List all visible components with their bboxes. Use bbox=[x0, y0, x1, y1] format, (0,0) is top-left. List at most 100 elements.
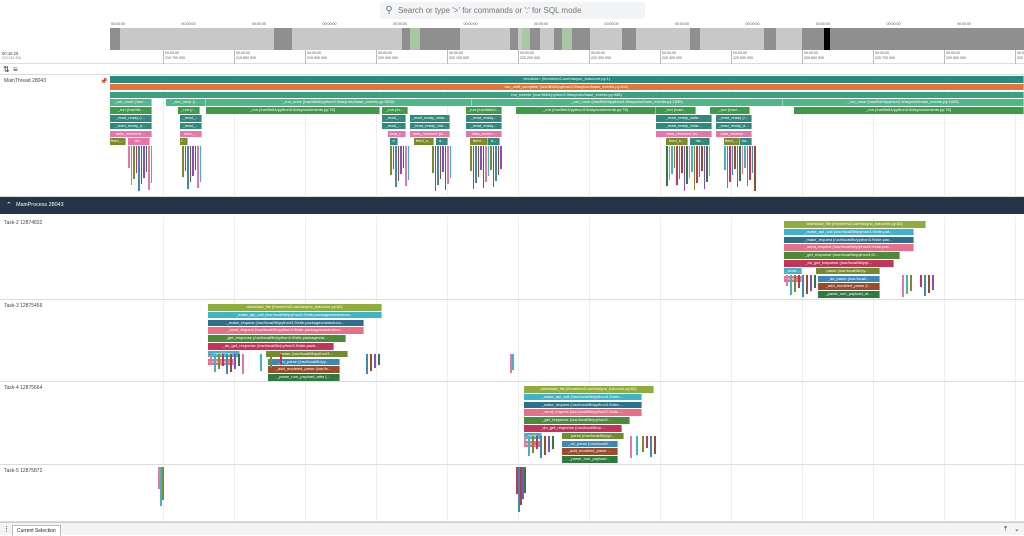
slice[interactable]: d bbox=[390, 138, 398, 145]
slice[interactable]: data_... bbox=[180, 130, 202, 138]
slice[interactable]: _read_ready_d... bbox=[716, 122, 752, 130]
slice[interactable]: _read_ready... bbox=[466, 122, 502, 130]
slice[interactable]: _send_request (/usr/local/lib/python3.9/… bbox=[524, 409, 642, 416]
slice[interactable]: data_receive... bbox=[716, 130, 752, 138]
slice[interactable]: download_file (/home/ec2-user/async_boto… bbox=[524, 386, 654, 393]
slice[interactable]: d... bbox=[488, 138, 500, 145]
track-main-thread[interactable]: MainThread 28043 📌 <module> (/home/ec2-u… bbox=[0, 75, 1024, 197]
slice[interactable]: _make_api_call (/usr/local/lib/python3.9… bbox=[208, 311, 382, 319]
track-lane[interactable]: <module> (/home/ec2-user/async_botocore.… bbox=[110, 75, 1024, 196]
track-task-2[interactable]: Task-2 12874832 download_file (/home/ec2… bbox=[0, 217, 1024, 300]
slice[interactable]: _parse_non_payload_attrs (... bbox=[268, 374, 340, 381]
slice[interactable]: data_r... bbox=[388, 130, 406, 138]
slice[interactable]: _get_response (/usr/local/lib/python3.9/… bbox=[208, 335, 346, 342]
slice[interactable]: feed_... bbox=[724, 138, 740, 145]
drag-handle-icon[interactable]: ⋮ bbox=[3, 523, 10, 536]
slice[interactable]: data_receiv... bbox=[466, 130, 502, 138]
slice[interactable]: _run (/usr/lib64/python3.9/asyncio/event… bbox=[794, 107, 1024, 114]
slice[interactable]: run_forever (/usr/lib64/python3.9/asynci… bbox=[110, 91, 1024, 99]
track-lane[interactable]: download_file (/home/ec2-user/async_boto… bbox=[110, 217, 1024, 299]
slice[interactable]: _run (/usr/lib64/... bbox=[466, 107, 502, 114]
search-input[interactable] bbox=[398, 6, 638, 15]
slice[interactable]: _read_ready... bbox=[466, 115, 502, 122]
slice[interactable]: _do_parse (/usr/local/l... bbox=[562, 440, 618, 448]
track-task-5[interactable]: Task-5 12875872 bbox=[0, 465, 1024, 522]
tab-current-selection[interactable]: Current Selection bbox=[12, 525, 61, 536]
slice[interactable]: data_received (/u... bbox=[656, 130, 712, 138]
overview-track[interactable] bbox=[110, 28, 1024, 50]
track-lane[interactable] bbox=[110, 465, 1024, 521]
track-lane[interactable]: download_file (/home/ec2-user/async_boto… bbox=[110, 382, 1024, 464]
collapse-icon[interactable]: ⇅ bbox=[3, 64, 10, 75]
pin-icon[interactable]: 📌 bbox=[100, 78, 107, 85]
slice[interactable]: _run (/usr/... bbox=[710, 107, 750, 114]
slice[interactable]: _get_response (/usr/local/lib/python3.9/… bbox=[784, 252, 900, 259]
slice[interactable]: feed_s... bbox=[666, 138, 688, 145]
track-area[interactable]: MainThread 28043 📌 <module> (/home/ec2-u… bbox=[0, 75, 1024, 522]
slice[interactable]: _parse_non_payload_at... bbox=[818, 291, 880, 298]
slice[interactable]: _run (/usr/lib64/python3.9/asyncio/event… bbox=[516, 107, 656, 114]
slice[interactable]: _run (/usr/... bbox=[656, 107, 696, 114]
slice[interactable]: _do_get_response (/usr/local/lib/p... bbox=[524, 425, 622, 432]
slice[interactable]: feed_... bbox=[110, 138, 126, 145]
slice[interactable]: _do_parse (/usr/local/lib/py... bbox=[268, 358, 340, 366]
slice[interactable]: data_received ... bbox=[110, 130, 152, 138]
slice[interactable]: _make_request (/usr/local/lib/python3.9/… bbox=[208, 319, 364, 327]
slice[interactable]: da... bbox=[740, 138, 752, 145]
slice[interactable]: _make_api_call (/usr/local/lib/python3.9… bbox=[784, 228, 914, 236]
slice[interactable]: d... bbox=[436, 138, 448, 145]
expand-icon[interactable]: ⌄ bbox=[1014, 523, 1020, 536]
slice[interactable]: _read_ready_dat... bbox=[410, 122, 450, 130]
slice[interactable]: _send_request (/usr/local/lib/python3.9/… bbox=[208, 327, 364, 334]
slice[interactable]: _read_... bbox=[180, 115, 202, 122]
slice[interactable]: _run (/u... bbox=[382, 107, 408, 114]
slice[interactable]: _run_once (/usr/lib64/python3.9/asyncio/… bbox=[783, 99, 1024, 106]
slice[interactable]: _run (/usr/lib64/python3.9/asyncio/event… bbox=[206, 107, 380, 114]
slice[interactable]: _read_ready (/... bbox=[110, 115, 152, 122]
slice[interactable]: run_until_complete (/usr/lib64/python3.9… bbox=[110, 83, 1024, 91]
time-ruler[interactable]: 00:16:29 223 043 496 00:00:00 219 700 000… bbox=[0, 50, 1024, 64]
track-task-3[interactable]: Task-3 12875456 download_file (/home/ec2… bbox=[0, 300, 1024, 382]
overview-timeline[interactable]: 00:00:00 00:00:00 00:00:00 00:00:00 00:00:00… bbox=[0, 22, 1024, 50]
slice[interactable]: parse (/usr/local/lib/pyt... bbox=[562, 432, 624, 440]
slice[interactable]: _add_modeled_parse (/usr/lo... bbox=[268, 366, 340, 373]
slice[interactable]: _read_... bbox=[382, 122, 406, 130]
slice[interactable]: download_file (/home/ec2-user/async_boto… bbox=[784, 221, 926, 228]
slice[interactable]: _parse_non_payload... bbox=[562, 456, 618, 463]
slice[interactable]: _run (/usr/lib... bbox=[110, 107, 152, 114]
slice[interactable]: _get_response (/usr/local/lib/python3... bbox=[524, 417, 630, 424]
slice[interactable]: _do_parse (/usr/local/... bbox=[818, 275, 880, 283]
slice[interactable]: _read_... bbox=[382, 115, 406, 122]
slice[interactable]: _read_ready_d... bbox=[110, 122, 152, 130]
slice[interactable]: parse (/usr/local/lib/python3... bbox=[266, 350, 348, 358]
track-task-4[interactable]: Task-4 12875664 download_file (/home/ec2… bbox=[0, 382, 1024, 465]
slice[interactable]: _run_once (/usr/lib64/python3.9/asyncio/… bbox=[472, 99, 783, 106]
slice[interactable]: _run_once (/... bbox=[166, 99, 206, 106]
maximize-icon[interactable]: ⤒ bbox=[1004, 523, 1007, 536]
slice[interactable]: parse (/usr/local/lib/py... bbox=[816, 267, 880, 275]
slice[interactable]: _run_once (/usr/lib64/python3.9/asyncio/… bbox=[206, 99, 472, 106]
slice[interactable]: _make_request (/usr/local/lib/python3.9/… bbox=[524, 401, 642, 409]
slice[interactable]: feed... bbox=[470, 138, 488, 145]
slice[interactable]: _do_get_response (/usr/local/lib/pyt... bbox=[784, 260, 894, 267]
slice[interactable]: _send_request (/usr/local/lib/python3.9/… bbox=[784, 244, 914, 251]
slice[interactable]: _make_request (/usr/local/lib/python3.9/… bbox=[784, 236, 914, 244]
track-lane[interactable]: download_file (/home/ec2-user/async_boto… bbox=[110, 300, 1024, 381]
slice[interactable]: _add_modeled_parse (/... bbox=[818, 283, 880, 290]
slice[interactable]: _add_modeled_parse ... bbox=[562, 448, 618, 455]
slice[interactable]: <module> (/home/ec2-user/async_botocore.… bbox=[110, 76, 1024, 83]
slice[interactable]: _read_ready_data... bbox=[410, 115, 450, 122]
omnibox[interactable]: ⚲ bbox=[380, 2, 645, 19]
slice[interactable]: _read_ready_data... bbox=[656, 115, 712, 122]
slice[interactable]: _do_get_response (/usr/local/lib/python3… bbox=[208, 343, 334, 350]
slice[interactable]: _make_api_call (/usr/local/lib/python3.9… bbox=[524, 393, 642, 401]
process-group-header[interactable]: ⌃ MainProcess 28043 bbox=[0, 197, 1024, 214]
slice[interactable]: da... bbox=[690, 138, 710, 145]
slice[interactable]: download_file (/home/ec2-user/async_boto… bbox=[208, 304, 382, 311]
slice[interactable]: data_received (/u... bbox=[410, 130, 450, 138]
slice[interactable]: _run_once (/usr/... bbox=[110, 99, 152, 106]
slice[interactable]: _read_ready_data... bbox=[656, 122, 712, 130]
slice[interactable]: _read_... bbox=[180, 122, 202, 130]
slice[interactable]: feed_s... bbox=[414, 138, 434, 145]
slice[interactable]: _send... bbox=[784, 267, 802, 275]
